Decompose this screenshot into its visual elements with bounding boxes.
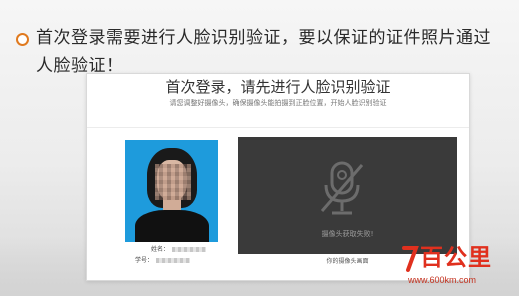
instruction-text: 首次登录需要进行人脸识别验证，要以保证的证件照片通过人脸验证！: [36, 28, 491, 76]
card-divider: [87, 127, 469, 128]
bullet-circle-icon: [16, 33, 29, 46]
photo-shirt: [135, 210, 209, 242]
student-id-row: 学号：: [135, 255, 191, 264]
camera-preview: 摄像头获取失败!: [238, 137, 457, 254]
slide-background: { "instruction": { "text": "首次登录需要进行人脸识别…: [0, 0, 519, 296]
card-subtitle: 请您调整好摄像头，确保摄像头能拍摄到正脸位置，开始人脸识别验证: [169, 99, 387, 107]
id-photo: [125, 140, 218, 242]
student-name-row: 姓名：: [151, 244, 207, 253]
photo-mosaic-blur: [155, 164, 191, 200]
name-label: 姓名：: [151, 246, 170, 253]
name-value-blurred: [172, 247, 207, 252]
id-label: 学号：: [135, 257, 154, 264]
camera-off-icon: [320, 161, 364, 215]
id-value-blurred: [156, 258, 191, 263]
logo-text: 百公里: [420, 245, 492, 271]
site-logo: 百公里 www.600km.com: [400, 244, 512, 290]
logo-url: www.600km.com: [408, 275, 477, 285]
camera-status-text: 摄像头获取失败!: [321, 230, 374, 238]
card-title: 首次登录，请先进行人脸识别验证: [165, 78, 391, 96]
logo-mark-icon: [402, 246, 419, 272]
